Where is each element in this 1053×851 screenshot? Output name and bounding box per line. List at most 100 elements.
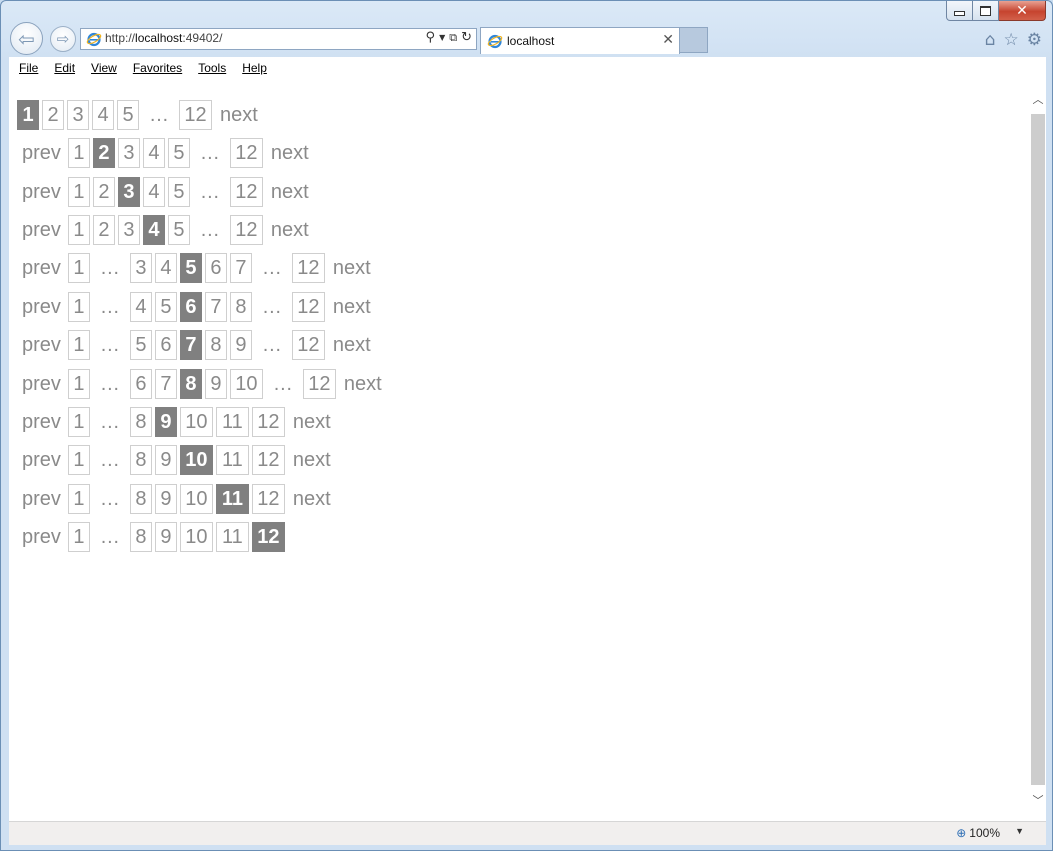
next-link[interactable]: next [266,181,314,204]
prev-link[interactable]: prev [17,181,66,204]
page-link[interactable]: 8 [204,330,227,360]
page-link[interactable]: 2 [92,177,115,207]
page-link[interactable]: 10 [229,369,263,399]
prev-link[interactable]: prev [17,219,66,242]
page-link[interactable]: 4 [142,177,165,207]
page-link[interactable]: 1 [67,330,90,360]
page-link[interactable]: 10 [179,522,213,552]
dropdown-arrow-icon[interactable]: ▼ [439,33,445,42]
page-link[interactable]: 12 [229,215,263,245]
scroll-down-icon[interactable]: ﹀ [1030,791,1046,809]
minimize-button[interactable] [946,1,973,21]
page-link[interactable]: 1 [67,484,90,514]
scroll-up-icon[interactable]: ︿ [1030,90,1046,108]
new-tab-button[interactable] [680,27,708,53]
page-link[interactable]: 7 [154,369,177,399]
page-link[interactable]: 5 [154,292,177,322]
prev-link[interactable]: prev [17,449,66,472]
page-link[interactable]: 5 [129,330,152,360]
page-link[interactable]: 1 [67,369,90,399]
tab-localhost[interactable]: localhost ✕ [480,27,680,54]
page-link[interactable]: 6 [204,253,227,283]
maximize-button[interactable] [973,1,999,21]
page-link[interactable]: 1 [67,138,90,168]
page-link[interactable]: 9 [229,330,252,360]
page-link[interactable]: 9 [154,522,177,552]
menu-view[interactable]: View [81,61,123,75]
page-link[interactable]: 6 [129,369,152,399]
next-link[interactable]: next [288,449,336,472]
page-link[interactable]: 9 [204,369,227,399]
settings-gear-icon[interactable]: ⚙ [1027,30,1042,50]
menu-tools[interactable]: Tools [188,61,232,75]
page-link[interactable]: 8 [129,484,152,514]
page-link[interactable]: 1 [67,407,90,437]
tab-close-icon[interactable]: ✕ [662,32,674,48]
page-link[interactable]: 5 [167,215,190,245]
page-link[interactable]: 3 [67,100,89,130]
next-link[interactable]: next [328,334,376,357]
page-link[interactable]: 5 [117,100,139,130]
page-link[interactable]: 12 [291,292,325,322]
next-link[interactable]: next [266,219,314,242]
prev-link[interactable]: prev [17,526,66,549]
page-link[interactable]: 10 [179,484,213,514]
next-link[interactable]: next [288,488,336,511]
page-link[interactable]: 1 [67,292,90,322]
page-link[interactable]: 4 [129,292,152,322]
page-link[interactable]: 8 [129,407,152,437]
search-icon[interactable]: ⚲ [426,30,436,45]
prev-link[interactable]: prev [17,142,66,165]
vertical-scrollbar[interactable]: ︿ ﹀ [1030,78,1046,821]
page-link[interactable]: 7 [204,292,227,322]
page-link[interactable]: 5 [167,138,190,168]
zoom-dropdown-icon[interactable]: ▼ [1015,826,1024,836]
page-link[interactable]: 4 [92,100,114,130]
compatibility-view-icon[interactable]: ⧉ [449,31,457,45]
page-link[interactable]: 6 [154,330,177,360]
menu-help[interactable]: Help [232,61,273,75]
page-link[interactable]: 2 [92,215,115,245]
menu-edit[interactable]: Edit [44,61,81,75]
page-link[interactable]: 1 [67,445,90,475]
favorites-star-icon[interactable]: ☆ [1004,30,1019,50]
back-button[interactable]: ⇦ [10,22,43,55]
page-link[interactable]: 12 [179,100,212,130]
page-link[interactable]: 9 [154,445,177,475]
zoom-control[interactable]: ⊕ 100% [956,826,1000,840]
page-link[interactable]: 3 [129,253,152,283]
refresh-icon[interactable]: ↻ [461,30,472,45]
page-link[interactable]: 12 [302,369,336,399]
page-link[interactable]: 1 [67,177,90,207]
page-link[interactable]: 9 [154,484,177,514]
page-link[interactable]: 11 [215,445,249,475]
prev-link[interactable]: prev [17,257,66,280]
next-link[interactable]: next [288,411,336,434]
page-link[interactable]: 12 [229,177,263,207]
menu-favorites[interactable]: Favorites [123,61,188,75]
prev-link[interactable]: prev [17,296,66,319]
page-link[interactable]: 11 [215,407,249,437]
page-link[interactable]: 12 [251,407,285,437]
next-link[interactable]: next [266,142,314,165]
page-link[interactable]: 8 [129,445,152,475]
page-link[interactable]: 8 [129,522,152,552]
prev-link[interactable]: prev [17,334,66,357]
prev-link[interactable]: prev [17,411,66,434]
scroll-thumb[interactable] [1031,114,1045,785]
page-link[interactable]: 10 [179,407,213,437]
page-link[interactable]: 12 [291,253,325,283]
page-link[interactable]: 3 [117,215,140,245]
page-link[interactable]: 5 [167,177,190,207]
home-icon[interactable]: ⌂ [985,30,996,50]
close-window-button[interactable]: ✕ [999,1,1046,21]
page-link[interactable]: 1 [67,215,90,245]
address-bar[interactable]: http://localhost:49402/ ⚲ ▼ ⧉ ↻ [80,28,477,50]
page-link[interactable]: 11 [215,522,249,552]
page-link[interactable]: 1 [67,253,90,283]
prev-link[interactable]: prev [17,373,66,396]
page-link[interactable]: 12 [291,330,325,360]
next-link[interactable]: next [328,296,376,319]
menu-file[interactable]: File [9,61,44,75]
page-link[interactable]: 3 [117,138,140,168]
